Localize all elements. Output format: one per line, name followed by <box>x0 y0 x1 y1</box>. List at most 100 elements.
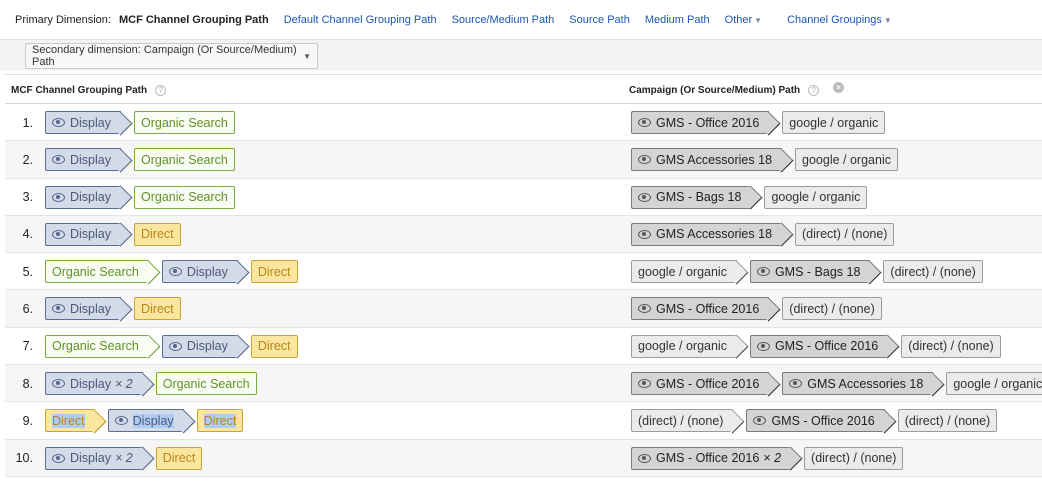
link-source-path[interactable]: Source Path <box>569 14 630 26</box>
channel-step-organic: Organic Search <box>155 372 257 396</box>
eye-icon <box>52 229 65 239</box>
channel-step-display: Display <box>161 260 238 284</box>
channel-step-direct: Direct <box>250 260 298 284</box>
campaign-step-plain: google / organic <box>764 185 868 209</box>
eye-icon <box>638 118 651 127</box>
campaign-path-cell: GMS - Office 2016 × 2 (direct) / (none) <box>631 440 904 477</box>
table-row: 6. Display Direct GMS - Office 2016 (direct)… <box>5 290 1042 328</box>
step-label: GMS - Office 2016 <box>774 339 879 354</box>
campaign-step-plain: (direct) / (none) <box>897 409 998 433</box>
row-number: 7. <box>22 339 33 354</box>
step-label: (direct) / (none) <box>811 451 897 466</box>
eye-icon <box>756 267 770 277</box>
table-row: 3. Display Organic Search GMS - Bags 18 goog… <box>5 178 1042 216</box>
column-header-campaign-path[interactable]: Campaign (Or Source/Medium) Path ? × <box>629 82 845 96</box>
table-row: 1. Display Organic Search GMS - Office 2016… <box>5 104 1042 142</box>
campaign-step-plain: (direct) / (none) <box>631 409 734 433</box>
step-label: GMS Accessories 18 <box>656 152 773 167</box>
channel-step-direct: Direct <box>45 409 95 433</box>
column-header-label: Campaign (Or Source/Medium) Path <box>629 85 801 96</box>
step-label: google / organic <box>638 339 727 354</box>
campaign-path-cell: GMS - Office 2016 GMS Accessories 18 googl… <box>631 365 1042 402</box>
channel-step-organic: Organic Search <box>134 148 235 172</box>
step-label: Direct <box>141 301 174 316</box>
channel-step-organic: Organic Search <box>134 111 235 134</box>
secondary-dimension-bar: Secondary dimension: Campaign (Or Source… <box>0 40 1042 71</box>
step-label: GMS - Office 2016 <box>656 301 760 316</box>
step-label: GMS - Office 2016 <box>656 376 760 391</box>
column-header-channel-path[interactable]: MCF Channel Grouping Path ? <box>11 85 167 96</box>
campaign-path-cell: google / organic GMS - Office 2016 (direct… <box>631 328 1001 365</box>
eye-icon <box>638 229 651 239</box>
eye-icon <box>52 118 65 127</box>
help-icon[interactable]: ? <box>155 85 167 96</box>
campaign-step-plain: (direct) / (none) <box>795 222 895 246</box>
channel-path-cell: Display Organic Search <box>45 104 235 141</box>
eye-icon <box>52 379 65 389</box>
eye-icon <box>52 192 65 202</box>
channel-path-cell: Organic Search Display Direct <box>45 253 298 290</box>
channel-step-organic: Organic Search <box>134 185 235 209</box>
campaign-step-gms: GMS - Office 2016 <box>631 372 770 396</box>
step-label: GMS - Bags 18 <box>774 264 861 279</box>
step-label: Display <box>70 190 111 205</box>
step-label: Display <box>70 376 111 391</box>
link-source-medium-path[interactable]: Source/Medium Path <box>452 14 555 26</box>
eye-icon <box>638 379 651 389</box>
campaign-step-gms: GMS - Office 2016 <box>746 409 885 433</box>
step-label: GMS - Office 2016 <box>771 413 875 428</box>
channel-step-direct: Direct <box>155 446 203 470</box>
channel-path-cell: Display Direct <box>45 290 181 327</box>
channel-step-direct: Direct <box>134 297 181 321</box>
table-row: 5. Organic Search Display Direct google / or… <box>5 253 1042 291</box>
secondary-dimension-label: Secondary dimension: Campaign (Or Source… <box>32 44 297 68</box>
channel-step-organic: Organic Search <box>45 260 149 284</box>
table-row: 7. Organic Search Display Direct google / or… <box>5 327 1042 366</box>
step-label: (direct) / (none) <box>638 413 724 428</box>
eye-icon <box>753 416 767 426</box>
step-label: Organic Search <box>141 152 228 167</box>
campaign-step-gms: GMS Accessories 18 <box>631 148 783 172</box>
step-label: GMS Accessories 18 <box>807 376 924 391</box>
remove-secondary-dimension-icon[interactable]: × <box>833 82 845 93</box>
step-label: GMS - Office 2016 <box>656 451 760 466</box>
link-medium-path[interactable]: Medium Path <box>645 14 710 26</box>
other-dropdown[interactable]: Other ▼ <box>725 14 762 26</box>
campaign-step-gms: GMS - Office 2016 <box>631 297 770 321</box>
current-primary-dimension: MCF Channel Grouping Path <box>118 13 269 26</box>
table-row: 9. Direct Display Direct (direct) / (none) GM… <box>5 402 1042 440</box>
step-label: Display <box>132 413 174 428</box>
step-label: Display <box>70 301 111 316</box>
campaign-step-gms: GMS - Office 2016 × 2 <box>631 446 792 470</box>
step-label: Display <box>70 115 111 130</box>
channel-step-display: Display <box>45 297 121 321</box>
table-header: MCF Channel Grouping Path ? Campaign (Or… <box>5 74 1042 104</box>
eye-icon <box>52 453 65 463</box>
secondary-dimension-button[interactable]: Secondary dimension: Campaign (Or Source… <box>25 43 318 69</box>
table-row: 8. Display × 2 Organic Search GMS - Office 2… <box>5 365 1042 403</box>
step-label: Display <box>70 451 111 466</box>
step-label: (direct) / (none) <box>904 413 991 428</box>
row-number: 1. <box>22 115 33 130</box>
step-label: Direct <box>52 413 85 428</box>
channel-groupings-label: Channel Groupings <box>787 13 882 26</box>
campaign-step-plain: google / organic <box>631 334 737 358</box>
link-default-channel-grouping-path[interactable]: Default Channel Grouping Path <box>284 14 437 26</box>
campaign-step-plain: (direct) / (none) <box>804 446 904 470</box>
eye-icon <box>52 155 65 165</box>
channel-groupings-dropdown[interactable]: Channel Groupings ▼ <box>787 14 892 26</box>
channel-path-cell: Display × 2 Organic Search <box>45 365 257 402</box>
chevron-down-icon: ▼ <box>883 15 892 25</box>
channel-path-cell: Direct Display Direct <box>45 402 244 439</box>
channel-path-cell: Display Direct <box>45 216 181 253</box>
primary-dimension-label: Primary Dimension: <box>15 13 111 26</box>
campaign-path-cell: GMS Accessories 18 (direct) / (none) <box>631 216 895 253</box>
eye-icon <box>168 341 182 351</box>
step-label: Display <box>186 339 228 354</box>
row-number: 10. <box>15 451 33 466</box>
step-label: GMS Accessories 18 <box>656 227 773 242</box>
help-icon[interactable]: ? <box>808 85 820 96</box>
repeat-count: × 2 <box>115 376 133 391</box>
campaign-step-plain: google / organic <box>782 111 886 134</box>
channel-step-display: Display × 2 <box>45 372 143 396</box>
